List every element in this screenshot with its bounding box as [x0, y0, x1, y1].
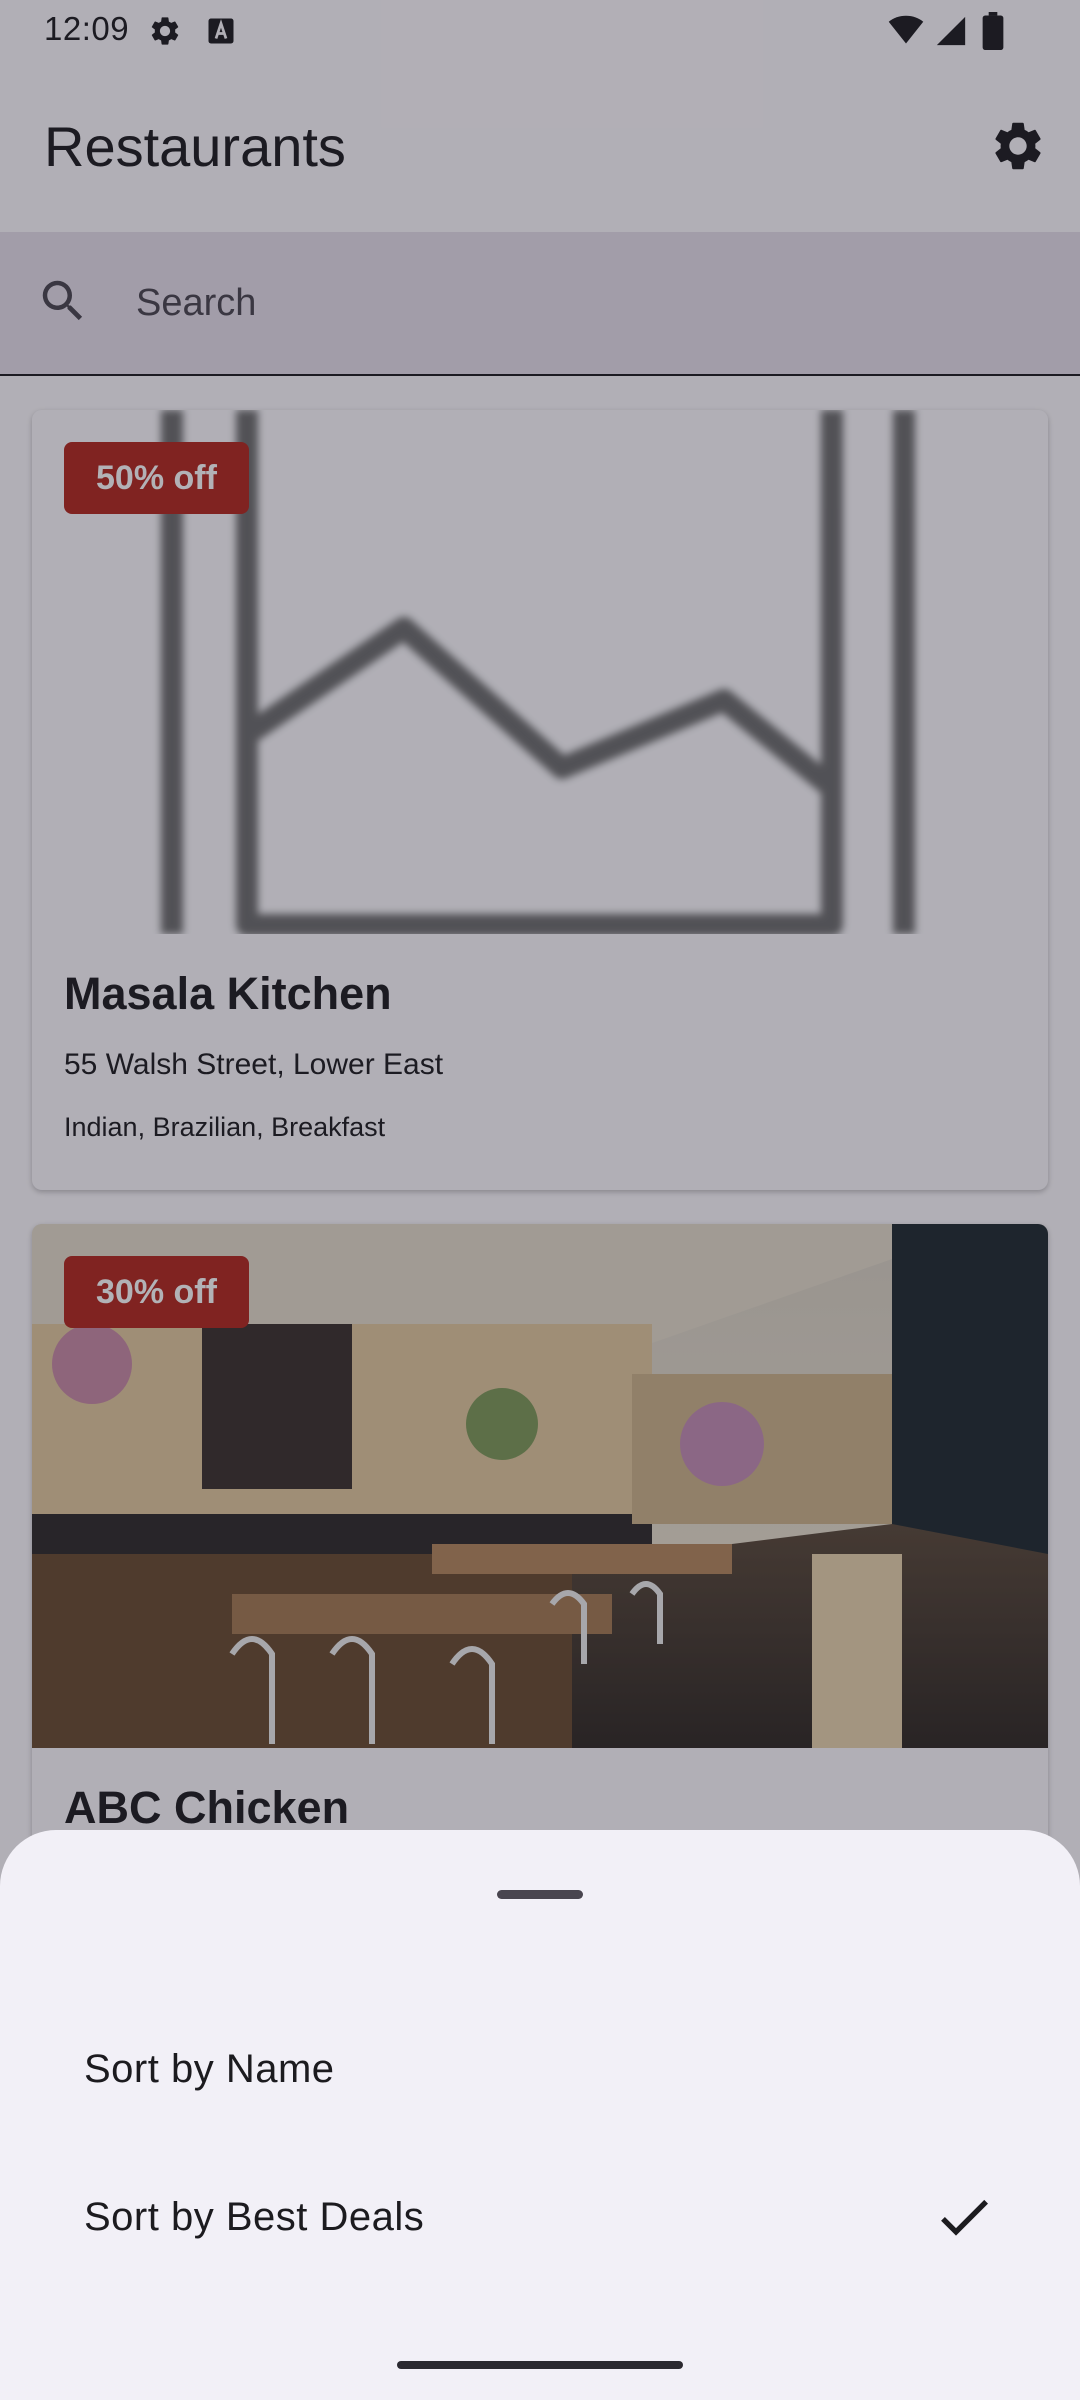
sort-option-name[interactable]: Sort by Name	[0, 1999, 1080, 2147]
sort-option-label: Sort by Name	[84, 2047, 335, 2091]
check-icon	[932, 2185, 996, 2254]
sort-option-label: Sort by Best Deals	[84, 2195, 425, 2239]
sort-option-name[interactable]	[0, 1830, 1080, 1978]
gesture-nav-bar[interactable]	[397, 2361, 683, 2369]
sort-option-best-deals[interactable]: Sort by Best Deals	[0, 2147, 1080, 2295]
restaurants-screen: 12:09 Restaurants Search 50% off Masala …	[0, 0, 1080, 2400]
